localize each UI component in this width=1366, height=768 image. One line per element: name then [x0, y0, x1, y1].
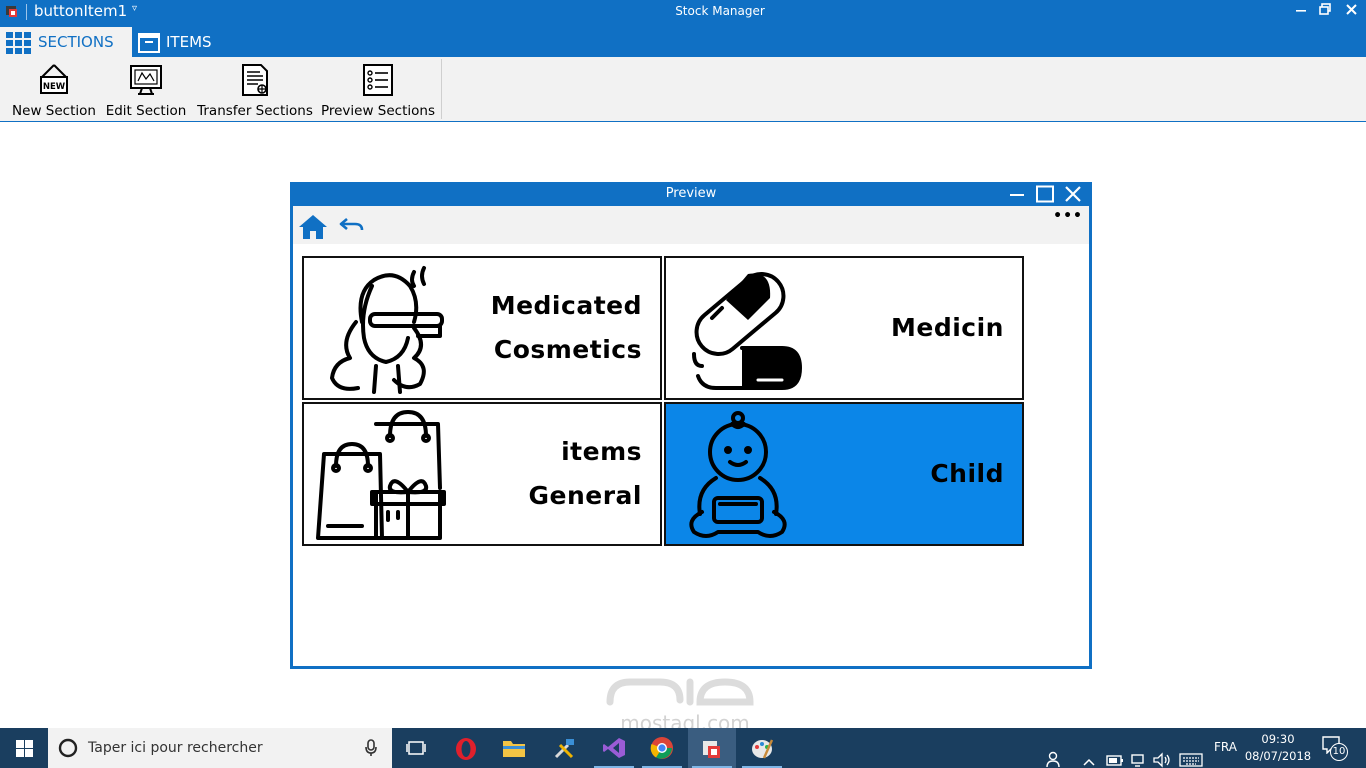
chrome-taskbar-button[interactable]	[638, 728, 686, 768]
task-view-icon	[406, 741, 426, 755]
visual-studio-taskbar-button[interactable]	[590, 728, 638, 768]
windows-logo-icon	[16, 740, 33, 757]
task-view-button[interactable]	[392, 728, 440, 768]
edit-section-button[interactable]: Edit Section	[102, 63, 190, 119]
shopping-bags-gift-icon	[316, 410, 446, 540]
notification-count-badge: 10	[1330, 743, 1348, 761]
watermark: mostaql.com	[600, 672, 770, 735]
chevron-up-icon[interactable]	[1083, 742, 1095, 768]
microphone-icon[interactable]	[364, 739, 378, 757]
ribbon-group-separator	[441, 59, 442, 119]
keyboard-icon[interactable]	[1179, 740, 1203, 768]
stock-manager-taskbar-button[interactable]	[688, 728, 736, 768]
search-placeholder: Taper ici pour rechercher	[88, 740, 263, 756]
tab-items-label: ITEMS	[166, 33, 212, 51]
ribbon-tab-bar: SECTIONS ITEMS	[0, 24, 1366, 57]
grid-icon	[6, 31, 31, 54]
section-tile-child[interactable]: Child	[664, 402, 1024, 546]
transfer-sections-label: Transfer Sections	[197, 103, 313, 119]
home-icon[interactable]	[297, 213, 329, 241]
tile-label: Medicin	[891, 313, 1004, 342]
tab-sections-label: SECTIONS	[38, 33, 114, 51]
preview-minimize-button[interactable]	[1006, 185, 1028, 203]
window-title: Stock Manager	[675, 4, 765, 18]
close-icon	[1345, 4, 1357, 15]
network-icon[interactable]	[1130, 740, 1148, 768]
undo-icon[interactable]	[339, 215, 365, 235]
preview-window: Preview ••• Medicated Cosmetics Medicin …	[290, 182, 1092, 669]
more-options-button[interactable]: •••	[1053, 208, 1083, 224]
section-tile-items-general[interactable]: items General	[302, 402, 662, 546]
close-button[interactable]	[1336, 0, 1366, 24]
section-tile-medicin[interactable]: Medicin	[664, 256, 1024, 400]
opera-icon	[456, 738, 476, 760]
woman-cosmetics-icon	[330, 266, 444, 394]
preview-list-icon	[363, 64, 393, 96]
section-tile-medicated-cosmetics[interactable]: Medicated Cosmetics	[302, 256, 662, 400]
stock-manager-icon	[703, 741, 720, 758]
new-section-label: New Section	[12, 103, 96, 119]
tile-label: Child	[930, 459, 1004, 488]
edit-section-label: Edit Section	[105, 103, 187, 119]
minimize-icon	[1296, 10, 1306, 12]
taskbar: Taper ici pour rechercher FRA 09:30 08/0…	[0, 728, 1366, 768]
tile-label: Medicated Cosmetics	[490, 291, 642, 364]
file-explorer-taskbar-button[interactable]	[490, 728, 538, 768]
chrome-icon	[650, 737, 673, 759]
ribbon-panel: NEW New Section Edit Section Transfer Se…	[0, 57, 1366, 122]
tab-sections[interactable]: SECTIONS	[0, 27, 132, 57]
battery-icon[interactable]	[1106, 740, 1124, 768]
preview-sections-label: Preview Sections	[320, 103, 436, 119]
minimize-icon	[1010, 194, 1024, 196]
preview-toolbar: •••	[293, 206, 1089, 244]
new-section-button[interactable]: NEW New Section	[8, 63, 100, 119]
svg-text:NEW: NEW	[43, 82, 66, 92]
watermark-logo	[606, 678, 754, 706]
folder-icon	[503, 741, 525, 757]
tools-icon	[554, 739, 574, 759]
baby-icon	[689, 411, 787, 538]
transfer-sections-button[interactable]: Transfer Sections	[194, 63, 316, 119]
preview-title: Preview	[665, 186, 717, 201]
window-titlebar: buttonItem1 ▿ Stock Manager	[0, 0, 1366, 24]
volume-icon[interactable]	[1153, 740, 1171, 768]
people-icon[interactable]	[1046, 739, 1064, 768]
window-icon	[138, 32, 160, 53]
restore-icon	[1319, 3, 1331, 15]
taskbar-search-box[interactable]: Taper ici pour rechercher	[48, 728, 392, 768]
system-clock[interactable]: 09:30 08/07/2018	[1242, 731, 1314, 765]
preview-close-button[interactable]	[1062, 185, 1084, 203]
transfer-document-icon	[242, 64, 268, 96]
edit-monitor-icon	[130, 65, 162, 95]
paint-palette-icon	[752, 739, 774, 759]
action-center-button[interactable]: 10	[1322, 736, 1352, 762]
language-indicator[interactable]: FRA	[1214, 740, 1237, 768]
tools-taskbar-button[interactable]	[540, 728, 588, 768]
clock-time: 09:30	[1261, 732, 1295, 746]
opera-taskbar-button[interactable]	[442, 728, 490, 768]
close-icon	[1065, 186, 1081, 202]
preview-maximize-button[interactable]	[1034, 185, 1056, 203]
maximize-icon	[1036, 185, 1054, 203]
tab-items[interactable]: ITEMS	[132, 27, 232, 57]
tile-label: items General	[528, 437, 642, 510]
clock-date: 08/07/2018	[1244, 749, 1312, 763]
cortana-icon	[58, 738, 78, 758]
preview-sections-button[interactable]: Preview Sections	[320, 63, 436, 119]
new-sign-icon: NEW	[40, 64, 68, 94]
paint-taskbar-button[interactable]	[738, 728, 786, 768]
visual-studio-icon	[603, 738, 625, 758]
start-button[interactable]	[0, 728, 48, 768]
preview-titlebar: Preview	[290, 182, 1092, 206]
pill-capsule-icon	[692, 272, 803, 390]
